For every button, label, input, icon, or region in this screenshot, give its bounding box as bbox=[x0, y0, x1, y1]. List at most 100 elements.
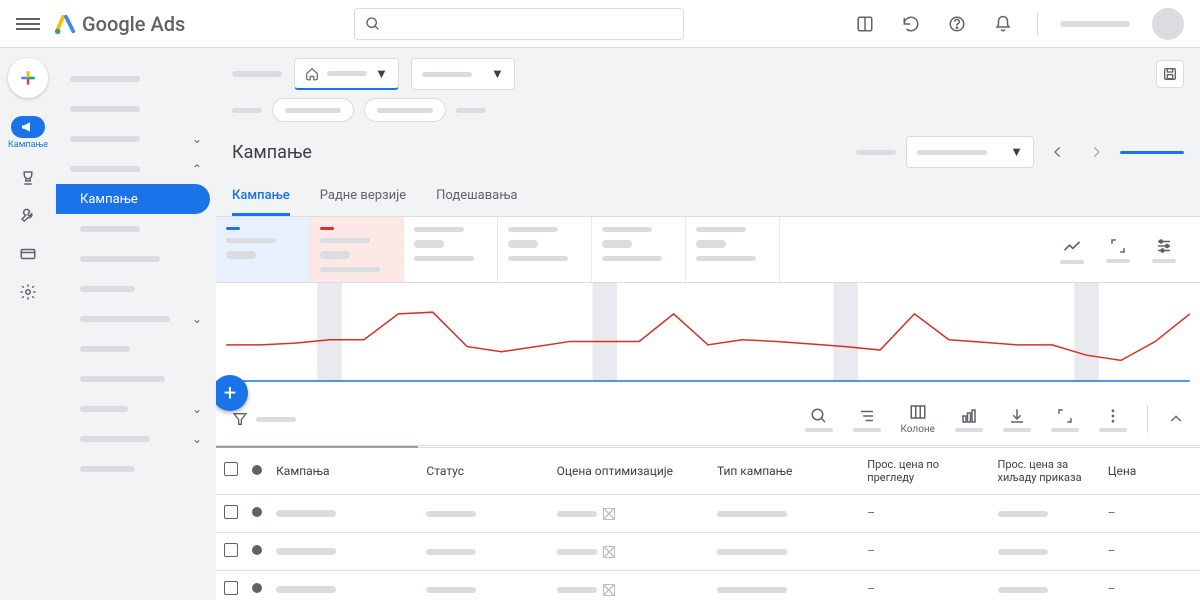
th-avg-cpv[interactable]: Прос. цена по прегледу bbox=[859, 447, 989, 494]
row-checkbox[interactable] bbox=[224, 581, 238, 595]
chevron-down-icon: ⌄ bbox=[192, 312, 202, 326]
metric-card-4[interactable] bbox=[592, 217, 686, 282]
appearance-icon[interactable] bbox=[853, 12, 877, 36]
metric-card-1[interactable] bbox=[310, 217, 404, 282]
columns-icon bbox=[909, 403, 927, 421]
sidenav-item-5[interactable] bbox=[56, 244, 216, 274]
th-campaign[interactable]: Кампања bbox=[268, 447, 418, 494]
price-value: – bbox=[1100, 532, 1200, 570]
rail-goals[interactable] bbox=[18, 168, 38, 188]
sidenav-item-3[interactable]: ⌃ bbox=[56, 154, 216, 184]
tab-drafts[interactable]: Радне верзије bbox=[320, 178, 406, 216]
sidenav-item-7[interactable]: ⌄ bbox=[56, 304, 216, 334]
filter-icon[interactable] bbox=[232, 411, 248, 427]
campaign-name[interactable] bbox=[276, 510, 336, 517]
tb-segment[interactable] bbox=[853, 407, 881, 432]
th-campaign-type[interactable]: Тип кампање bbox=[709, 447, 859, 494]
sidenav-item-2[interactable]: ⌄ bbox=[56, 124, 216, 154]
th-price[interactable]: Цена bbox=[1100, 447, 1200, 494]
account-label bbox=[1060, 21, 1130, 27]
opt-score-value bbox=[557, 549, 597, 555]
tb-reports[interactable] bbox=[955, 407, 983, 432]
opt-score-value bbox=[557, 511, 597, 517]
sidenav-item-1[interactable] bbox=[56, 94, 216, 124]
sidenav-item-6[interactable] bbox=[56, 274, 216, 304]
table-row[interactable]: –– bbox=[216, 532, 1200, 570]
adjust-chart[interactable] bbox=[1152, 237, 1176, 263]
th-status[interactable]: Статус bbox=[418, 447, 548, 494]
expand-chart[interactable] bbox=[1106, 237, 1130, 263]
notifications-icon[interactable] bbox=[991, 12, 1015, 36]
metric-card-0[interactable] bbox=[216, 217, 310, 282]
account-selector[interactable]: ▼ bbox=[294, 58, 399, 90]
table-row[interactable]: –– bbox=[216, 494, 1200, 532]
campaign-name[interactable] bbox=[276, 548, 336, 555]
hamburger-menu[interactable] bbox=[16, 12, 40, 36]
rail-campaigns-label: Кампање bbox=[8, 140, 48, 150]
avg-cpv-value: – bbox=[859, 532, 989, 570]
tb-search[interactable] bbox=[805, 407, 833, 432]
chevron-down-icon: ⌄ bbox=[192, 402, 202, 416]
sliders-icon bbox=[1155, 237, 1173, 255]
th-avg-cpm[interactable]: Прос. цена за хиљаду приказа bbox=[990, 447, 1100, 494]
tb-download[interactable] bbox=[1003, 407, 1031, 432]
date-next-button[interactable] bbox=[1082, 138, 1110, 166]
sidenav-item-8[interactable] bbox=[56, 334, 216, 364]
rail-admin[interactable] bbox=[18, 282, 38, 302]
sidenav-item-9[interactable] bbox=[56, 364, 216, 394]
sidenav-item-12[interactable] bbox=[56, 454, 216, 484]
campaign-selector[interactable]: ▼ bbox=[411, 58, 515, 90]
card-icon bbox=[19, 245, 37, 263]
chart-toggle[interactable] bbox=[1060, 236, 1084, 264]
metric-card-5[interactable] bbox=[686, 217, 780, 282]
filter-chip-0[interactable] bbox=[272, 98, 354, 122]
tab-settings[interactable]: Подешавања bbox=[436, 178, 517, 216]
no-opt-icon bbox=[603, 508, 615, 520]
table-row[interactable]: –– bbox=[216, 570, 1200, 600]
divider bbox=[1147, 405, 1148, 433]
scope-label bbox=[232, 71, 282, 77]
expand-icon bbox=[1056, 407, 1074, 425]
sidenav-item-0[interactable] bbox=[56, 64, 216, 94]
create-button[interactable] bbox=[8, 58, 48, 98]
chevron-left-icon bbox=[1051, 145, 1065, 159]
sidenav-item-11[interactable]: ⌄ bbox=[56, 424, 216, 454]
global-search[interactable] bbox=[354, 8, 684, 40]
metric-card-3[interactable] bbox=[498, 217, 592, 282]
sidenav-item-10[interactable]: ⌄ bbox=[56, 394, 216, 424]
tb-columns[interactable]: Колоне bbox=[901, 403, 935, 435]
rail-billing[interactable] bbox=[18, 244, 38, 264]
date-prev-button[interactable] bbox=[1044, 138, 1072, 166]
campaign-name[interactable] bbox=[276, 586, 336, 593]
save-icon bbox=[1162, 66, 1178, 82]
date-range-selector[interactable]: ▼ bbox=[906, 136, 1034, 168]
save-view-button[interactable] bbox=[1156, 60, 1184, 88]
row-checkbox[interactable] bbox=[224, 505, 238, 519]
download-icon bbox=[1008, 407, 1026, 425]
help-icon[interactable] bbox=[945, 12, 969, 36]
row-checkbox[interactable] bbox=[224, 543, 238, 557]
google-ads-logo-icon bbox=[54, 13, 76, 35]
tb-expand[interactable] bbox=[1051, 407, 1079, 432]
account-avatar[interactable] bbox=[1152, 8, 1184, 40]
sidenav-item-4[interactable] bbox=[56, 214, 216, 244]
chevron-down-icon: ⌄ bbox=[192, 132, 202, 146]
tab-campaigns[interactable]: Кампање bbox=[232, 178, 290, 216]
avg-cpm-value bbox=[998, 511, 1048, 517]
status-value bbox=[426, 549, 476, 555]
refresh-icon[interactable] bbox=[899, 12, 923, 36]
rail-campaigns[interactable]: Кампање bbox=[8, 116, 48, 150]
tb-collapse[interactable] bbox=[1168, 411, 1184, 427]
tb-more[interactable] bbox=[1099, 407, 1127, 432]
rail-tools[interactable] bbox=[18, 206, 38, 226]
metric-card-2[interactable] bbox=[404, 217, 498, 282]
chevron-right-icon bbox=[1089, 145, 1103, 159]
sidenav-item-campaigns[interactable]: Кампање bbox=[56, 184, 210, 214]
search-input[interactable] bbox=[389, 16, 673, 31]
th-opt-score[interactable]: Оцена оптимизације bbox=[549, 447, 709, 494]
product-logo: Google Ads bbox=[54, 12, 185, 36]
main-content: ▼ ▼ Кампање ▼ bbox=[216, 48, 1200, 600]
filter-chip-1[interactable] bbox=[364, 98, 446, 122]
price-value: – bbox=[1100, 494, 1200, 532]
select-all-checkbox[interactable] bbox=[224, 462, 238, 476]
